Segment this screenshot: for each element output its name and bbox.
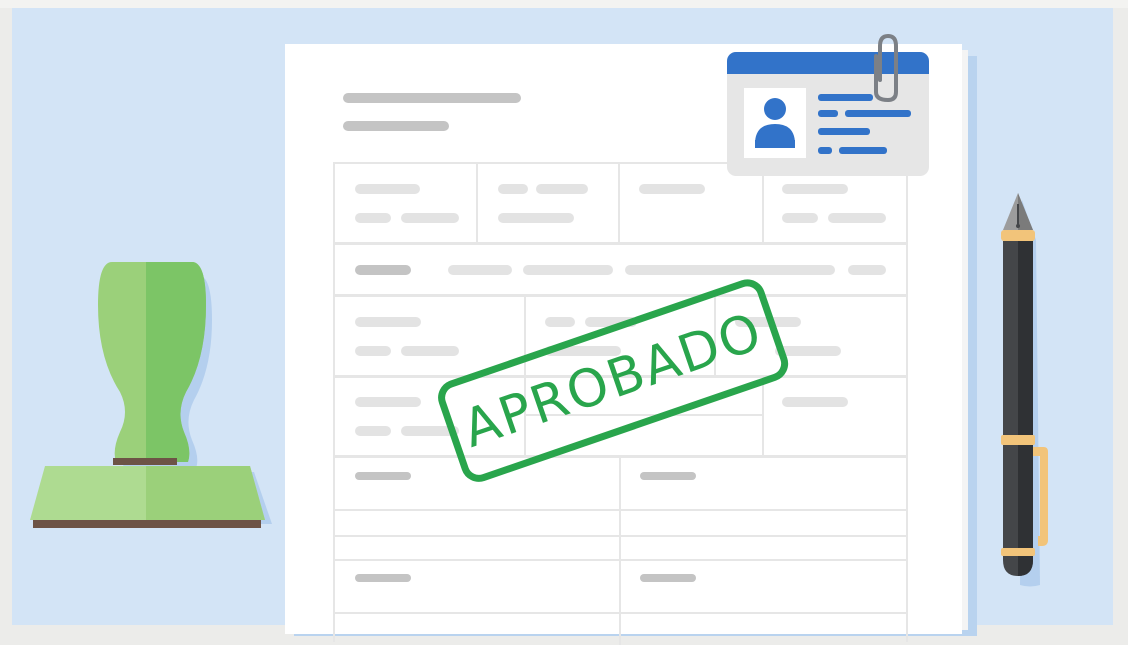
fountain-pen-icon [1001, 193, 1048, 587]
